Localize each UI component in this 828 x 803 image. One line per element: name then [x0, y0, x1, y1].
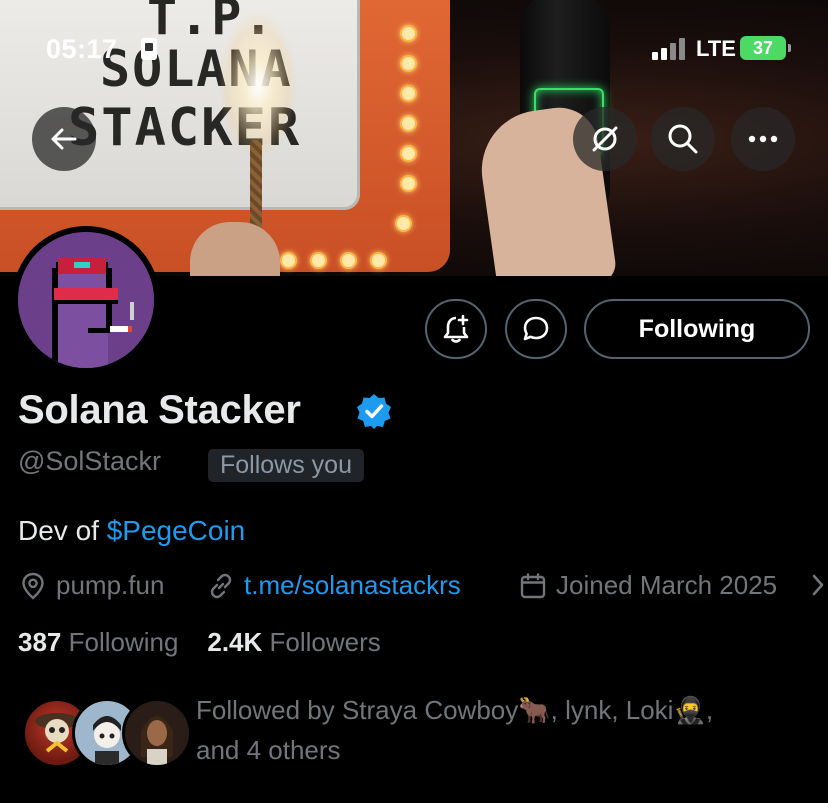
- following-button[interactable]: Following: [584, 299, 810, 359]
- followed-by-text[interactable]: Followed by Straya Cowboy🐂, lynk, Loki🥷,…: [196, 690, 806, 770]
- location-pin-icon: [22, 572, 44, 600]
- bulb-icon: [340, 252, 357, 269]
- following-stat[interactable]: 387 Following: [18, 627, 178, 657]
- battery-icon: 37: [740, 36, 786, 60]
- followed-by-line-1: Followed by Straya Cowboy🐂, lynk, Loki🥷,: [196, 695, 714, 725]
- follows-you-badge: Follows you: [208, 449, 364, 482]
- bell-plus-icon: [443, 314, 469, 343]
- display-name: Solana Stacker: [18, 388, 301, 432]
- bulb-icon: [370, 252, 387, 269]
- followers-label: Followers: [269, 627, 381, 657]
- joined-text: Joined March 2025: [556, 570, 778, 600]
- chat-bubble-icon: [523, 316, 549, 341]
- location-item: pump.fun: [18, 570, 164, 601]
- website-item[interactable]: t.me/solanastackrs: [206, 570, 461, 601]
- pixel-punk-icon: [18, 232, 154, 368]
- status-time: 05:17: [46, 34, 118, 64]
- bulb-icon: [400, 55, 417, 72]
- followers-stat[interactable]: 2.4K Followers: [207, 627, 380, 657]
- marquee-sign-board: T.P. SOLANA STACKER: [0, 0, 360, 210]
- more-dots-icon: [748, 135, 778, 143]
- verified-badge-icon[interactable]: [356, 393, 392, 429]
- search-button[interactable]: [651, 107, 715, 171]
- location-text: pump.fun: [56, 570, 165, 600]
- bio: Dev of $PegeCoin: [18, 515, 245, 547]
- bulb-icon: [400, 85, 417, 102]
- portrait-avatar-icon: [141, 716, 173, 765]
- follower-avatar-3: [122, 698, 192, 768]
- network-type: LTE: [696, 36, 736, 61]
- profile-avatar[interactable]: [12, 226, 160, 374]
- website-link[interactable]: t.me/solanastackrs: [244, 570, 461, 601]
- bulb-icon: [310, 252, 327, 269]
- notification-bell-button[interactable]: [425, 299, 487, 359]
- calendar-icon: [520, 572, 546, 598]
- user-handle: @SolStackr: [18, 446, 161, 476]
- battery-level: 37: [752, 38, 774, 58]
- link-icon: [210, 573, 232, 598]
- bulb-icon: [395, 215, 412, 232]
- sim-card-icon: [141, 38, 157, 60]
- grok-button[interactable]: [573, 107, 637, 171]
- back-arrow-icon: [51, 128, 77, 150]
- bulb-icon: [400, 145, 417, 162]
- joined-item: Joined March 2025: [518, 570, 777, 601]
- follow-stats: 387 Following 2.4K Followers: [18, 627, 381, 658]
- followed-by-line-2: and 4 others: [196, 735, 341, 765]
- back-button[interactable]: [32, 107, 96, 171]
- sparkler-flame: [218, 10, 298, 160]
- followers-count: 2.4K: [207, 627, 263, 657]
- more-button[interactable]: [731, 107, 795, 171]
- following-count: 387: [18, 627, 62, 657]
- bulb-icon: [400, 115, 417, 132]
- bio-text: Dev of: [18, 515, 107, 546]
- bulb-icon: [280, 252, 297, 269]
- message-button[interactable]: [505, 299, 567, 359]
- bulb-icon: [400, 175, 417, 192]
- search-icon: [668, 124, 698, 154]
- bulb-icon: [400, 25, 417, 42]
- following-label: Following: [68, 627, 179, 657]
- battery-tip: [788, 44, 791, 52]
- avatar-image: [18, 232, 154, 368]
- cellular-signal-icon: [652, 38, 690, 60]
- followed-by-avatars[interactable]: [22, 698, 192, 770]
- chevron-right-icon[interactable]: [810, 572, 826, 598]
- bio-cashtag-link[interactable]: $PegeCoin: [107, 515, 246, 546]
- grok-icon: [592, 126, 618, 152]
